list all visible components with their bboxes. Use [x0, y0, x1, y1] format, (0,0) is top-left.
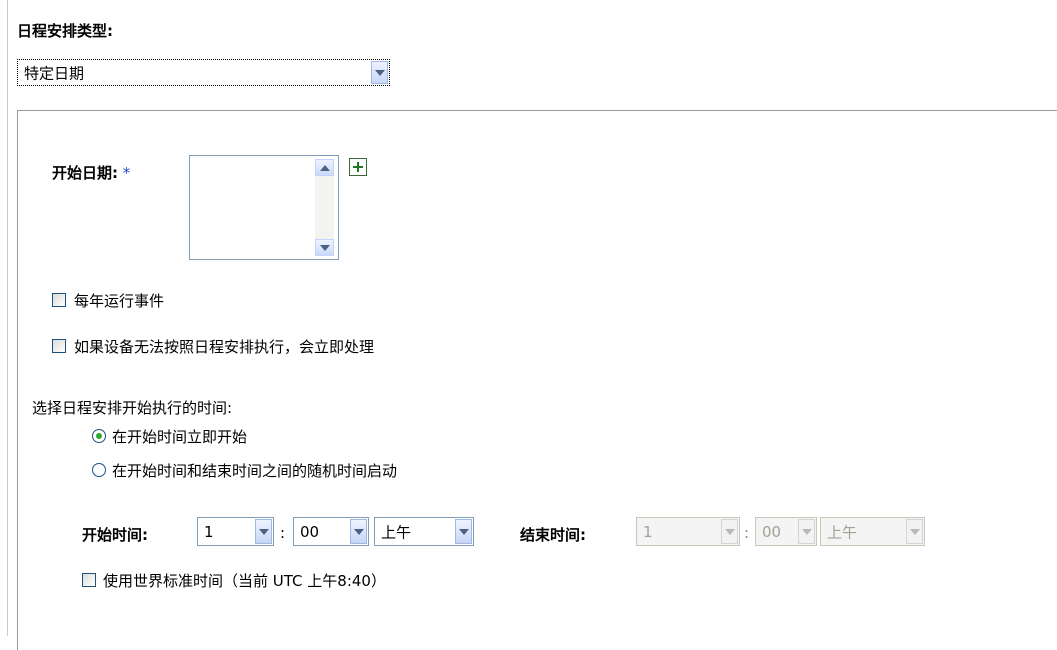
- schedule-settings-panel: [17, 110, 1057, 650]
- time-separator: :: [280, 524, 286, 542]
- start-hour-value: 1: [204, 522, 214, 541]
- run-immediately-label: 如果设备无法按照日程安排执行，会立即处理: [74, 338, 375, 356]
- chevron-down-icon[interactable]: [255, 519, 272, 544]
- schedule-type-select[interactable]: 特定日期: [17, 59, 390, 86]
- run-yearly-label: 每年运行事件: [74, 292, 165, 310]
- radio-start-immediately-label: 在开始时间立即开始: [112, 428, 248, 446]
- schedule-type-label: 日程安排类型:: [17, 22, 113, 40]
- end-ampm-value: 上午: [827, 523, 858, 541]
- start-date-label: 开始日期:: [52, 164, 118, 182]
- time-separator: :: [744, 524, 750, 542]
- scroll-down-icon[interactable]: [315, 239, 334, 256]
- use-utc-checkbox[interactable]: [82, 573, 96, 587]
- chevron-down-icon[interactable]: [455, 519, 472, 544]
- required-marker: *: [122, 164, 131, 182]
- end-ampm-select[interactable]: 上午: [820, 517, 925, 546]
- scrollbar[interactable]: [315, 159, 334, 256]
- chevron-down-icon: [721, 519, 738, 544]
- run-immediately-checkbox[interactable]: [52, 339, 66, 353]
- end-time-label: 结束时间:: [520, 526, 586, 544]
- end-hour-value: 1: [643, 522, 653, 541]
- left-border-line: [7, 0, 8, 636]
- end-hour-select[interactable]: 1: [636, 517, 740, 546]
- radio-random-time[interactable]: [92, 463, 106, 477]
- start-ampm-value: 上午: [381, 523, 412, 541]
- run-yearly-checkbox[interactable]: [52, 293, 66, 307]
- scroll-up-icon[interactable]: [315, 159, 334, 176]
- chevron-down-icon: [798, 519, 815, 544]
- chevron-down-icon: [906, 519, 923, 544]
- end-minute-value: 00: [762, 522, 782, 541]
- use-utc-label: 使用世界标准时间（当前 UTC 上午8:40）: [103, 572, 386, 590]
- radio-random-time-label: 在开始时间和结束时间之间的随机时间启动: [112, 462, 398, 480]
- start-date-label-row: 开始日期: *: [52, 162, 130, 183]
- schedule-type-value: 特定日期: [24, 64, 85, 82]
- start-time-label: 开始时间:: [82, 526, 148, 544]
- chevron-down-icon[interactable]: [371, 61, 388, 84]
- start-minute-value: 00: [300, 522, 320, 541]
- add-date-button[interactable]: [349, 158, 367, 176]
- radio-start-immediately[interactable]: [92, 429, 106, 443]
- start-ampm-select[interactable]: 上午: [374, 517, 474, 546]
- start-date-list[interactable]: [189, 155, 339, 260]
- start-hour-select[interactable]: 1: [197, 517, 274, 546]
- end-minute-select[interactable]: 00: [755, 517, 817, 546]
- execution-time-label: 选择日程安排开始执行的时间:: [32, 399, 233, 417]
- chevron-down-icon[interactable]: [350, 519, 367, 544]
- start-minute-select[interactable]: 00: [293, 517, 369, 546]
